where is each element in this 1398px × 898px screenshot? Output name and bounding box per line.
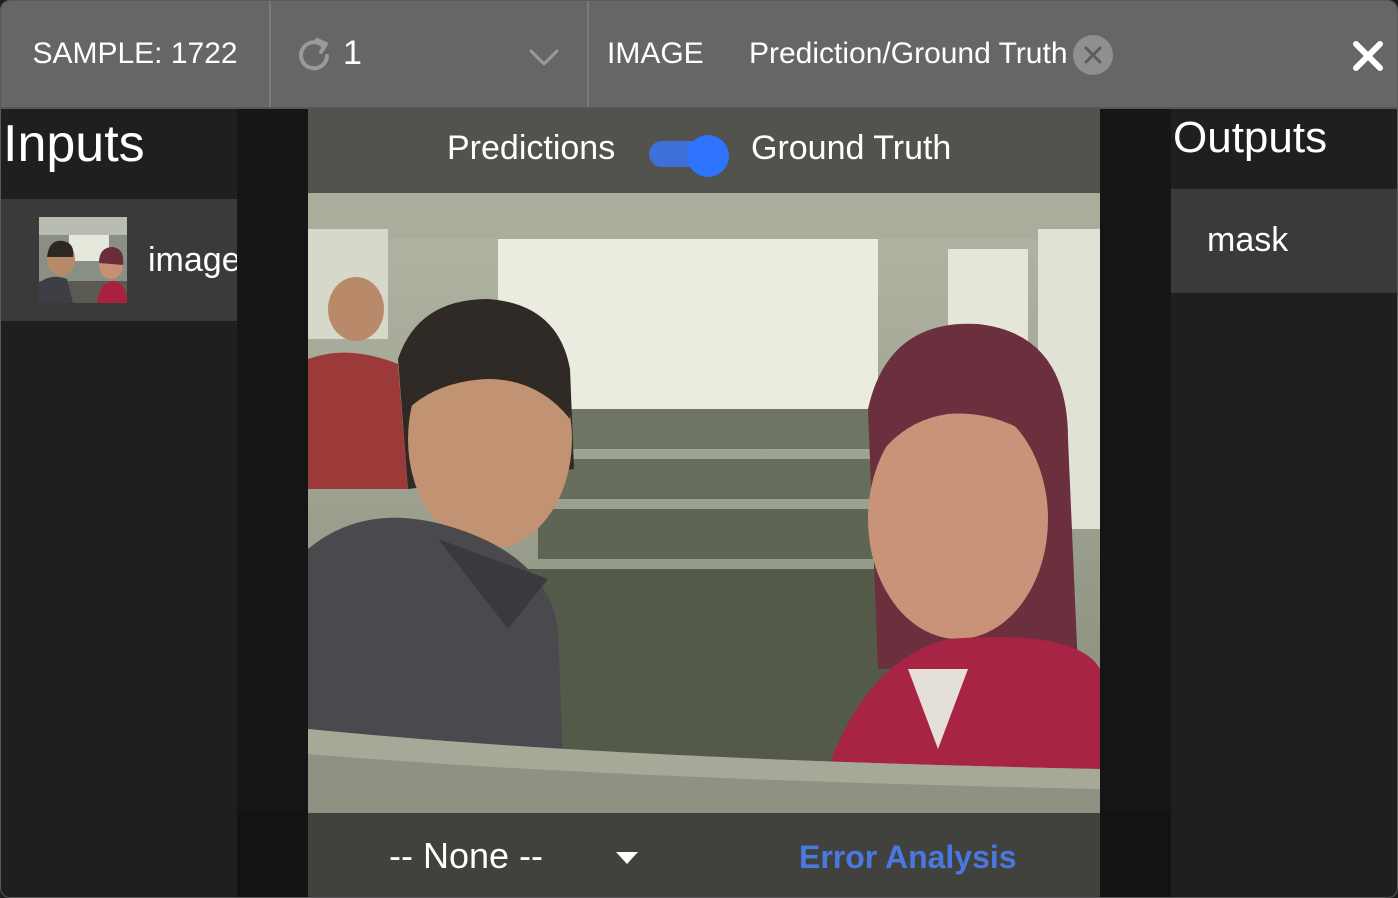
prediction-toggle-bar: Predictions Ground Truth (237, 109, 1171, 193)
prediction-groundtruth-toggle[interactable] (649, 135, 729, 177)
image-thumbnail (39, 217, 127, 303)
output-item-mask[interactable]: mask (1171, 189, 1397, 293)
view-value[interactable]: Prediction/Ground Truth (749, 37, 1068, 71)
viewer-header: SAMPLE: 1722 1 IMAGE Prediction/Ground T… (1, 1, 1397, 109)
sample-viewer-modal: SAMPLE: 1722 1 IMAGE Prediction/Ground T… (0, 0, 1398, 898)
sample-label: SAMPLE: 1722 (32, 37, 238, 70)
sequence-selector[interactable]: 1 (271, 1, 589, 107)
refresh-icon[interactable] (293, 34, 337, 78)
toggle-knob[interactable] (687, 135, 729, 177)
input-item-image[interactable]: image (1, 199, 237, 321)
input-item-label: image (148, 241, 237, 279)
chevron-down-icon[interactable] (527, 45, 561, 69)
predictions-label[interactable]: Predictions (447, 129, 615, 168)
output-item-label: mask (1207, 221, 1289, 259)
class-select[interactable]: -- None -- (389, 835, 543, 877)
caret-down-icon[interactable] (615, 851, 639, 865)
view-label: IMAGE (607, 37, 704, 70)
error-analysis-link[interactable]: Error Analysis (799, 839, 1017, 876)
sample-id: SAMPLE: 1722 (1, 1, 271, 107)
close-icon[interactable] (1351, 39, 1385, 73)
sample-image[interactable] (308, 109, 1100, 897)
sequence-value: 1 (343, 34, 362, 72)
clear-circle-icon[interactable] (1073, 35, 1113, 75)
inputs-heading: Inputs (1, 109, 239, 193)
view-selector[interactable]: IMAGE Prediction/Ground Truth (589, 1, 1397, 107)
outputs-heading: Outputs (1173, 113, 1328, 162)
ground-truth-label[interactable]: Ground Truth (751, 129, 951, 168)
analysis-bar: -- None -- Error Analysis (237, 813, 1171, 897)
